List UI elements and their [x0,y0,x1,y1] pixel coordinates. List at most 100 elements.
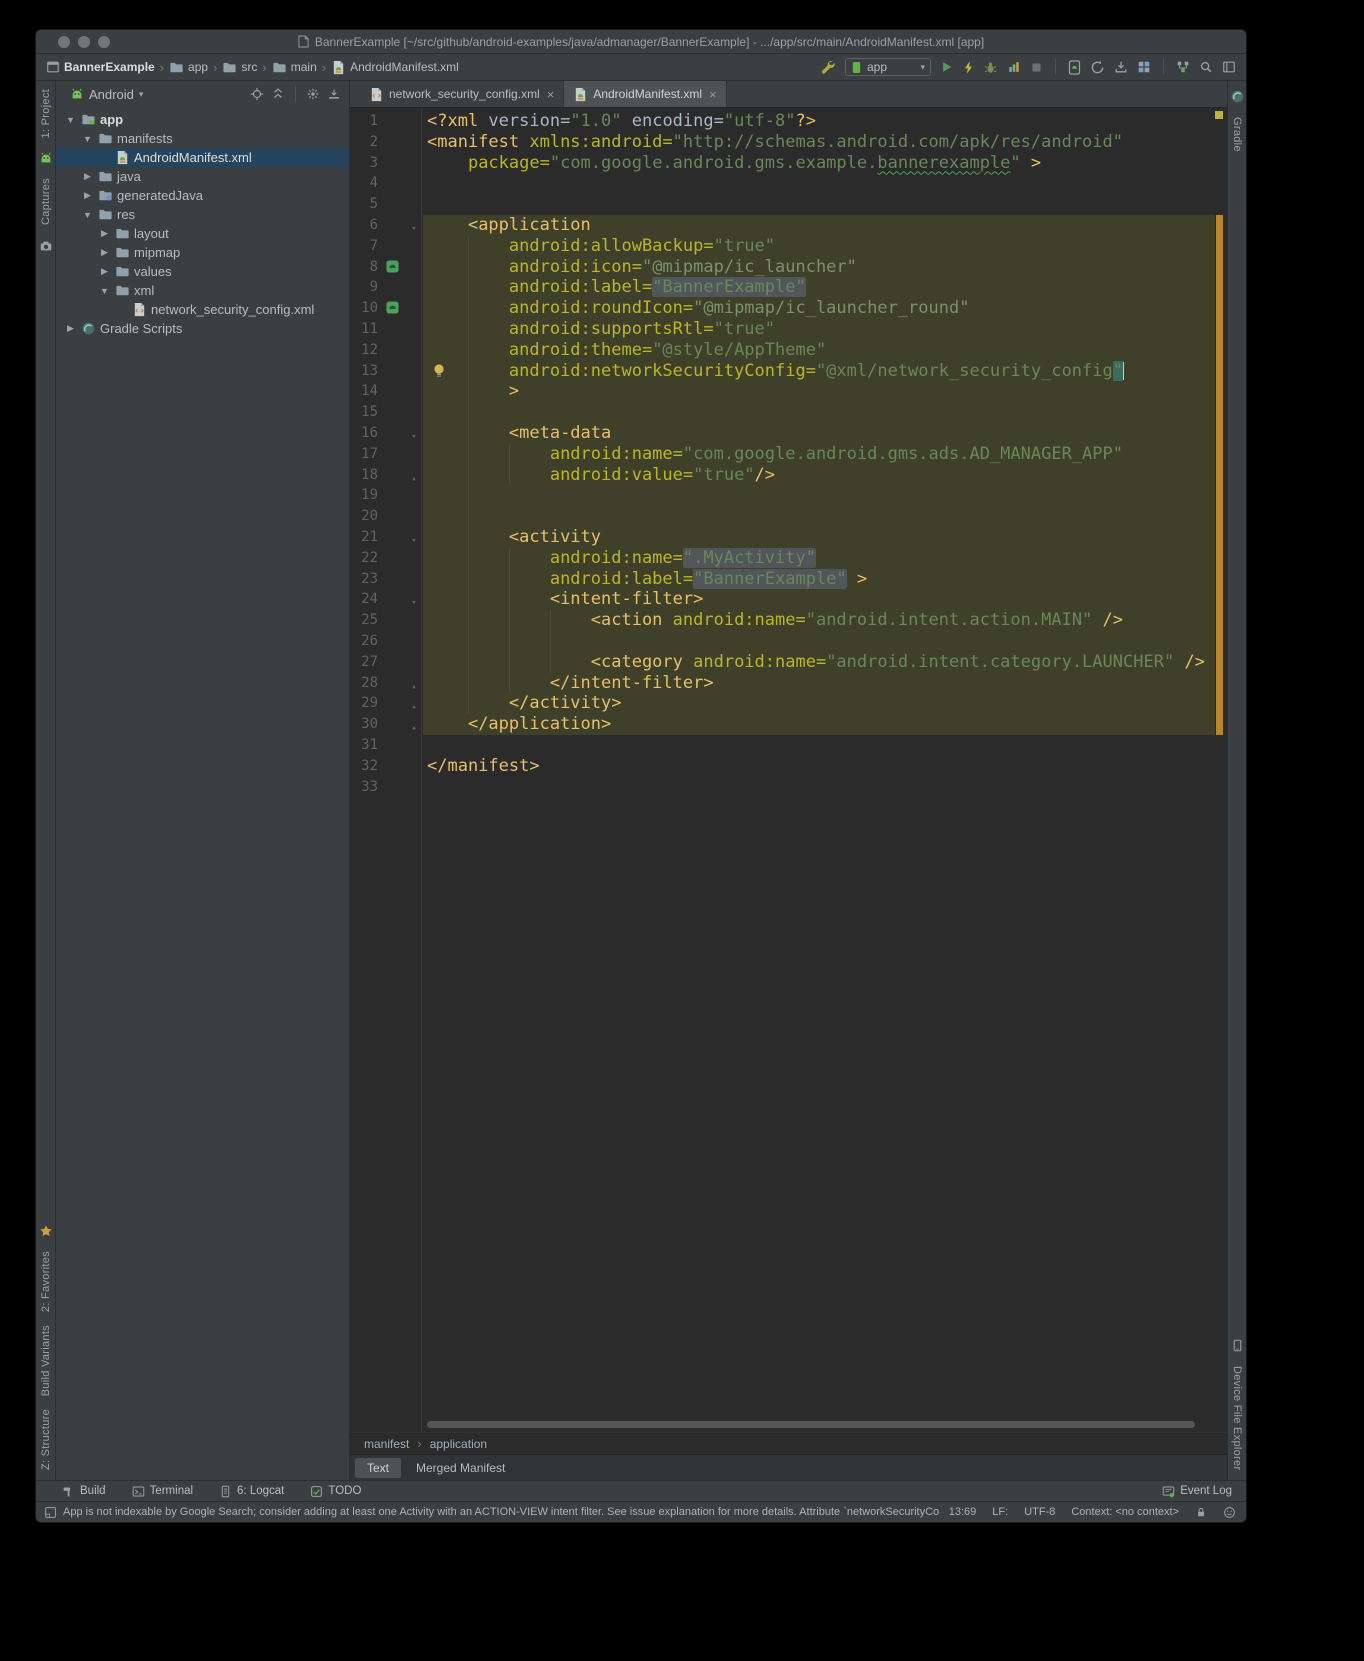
project-structure-icon[interactable] [1176,60,1190,74]
fold-close-icon[interactable]: ▴ [407,469,421,490]
tree-item-network-security-config-xml[interactable]: network_security_config.xml [56,300,349,319]
fold-close-icon[interactable]: ▴ [407,718,421,739]
close-window-button[interactable] [58,36,70,48]
tree-item-app[interactable]: ▼app [56,110,349,129]
breadcrumb-item-app[interactable]: app [169,60,208,75]
editor-tab-androidmanifest-xml[interactable]: AndroidManifest.xml× [564,81,726,107]
caret-position[interactable]: 13:69 [949,1506,977,1518]
editor-breadcrumb-application[interactable]: application [430,1437,487,1451]
fold-open-icon[interactable]: ▾ [407,531,421,552]
breadcrumb-item-bannerexample[interactable]: BannerExample [46,60,155,74]
tool-button-device-file-explorer[interactable]: Device File Explorer [1231,1366,1243,1470]
tool-button-6-logcat[interactable]: 6: Logcat [219,1485,284,1498]
tool-button-z-structure[interactable]: Z: Structure [40,1409,52,1470]
android-icon[interactable] [39,151,53,165]
collapsed-arrow-icon[interactable]: ▶ [64,323,77,334]
gear-icon[interactable] [306,87,320,101]
editor-breadcrumb-manifest[interactable]: manifest [364,1437,409,1451]
breadcrumb-item-androidmanifest-xml[interactable]: AndroidManifest.xml [331,60,459,75]
tree-item-mipmap[interactable]: ▶mipmap [56,243,349,262]
scrollbar-thumb[interactable] [427,1421,1195,1428]
breadcrumb-item-main[interactable]: main [272,60,317,75]
collapsed-arrow-icon[interactable]: ▶ [98,228,111,239]
tree-item-androidmanifest-xml[interactable]: AndroidManifest.xml [56,148,349,167]
collapse-all-icon[interactable] [271,87,285,101]
project-toolwindow: Android ▾ ▼app▼manifestsAndroidManifest.… [56,81,350,1480]
close-tab-icon[interactable]: × [547,87,555,102]
tree-item-values[interactable]: ▶values [56,262,349,281]
debug-icon[interactable] [983,60,998,75]
tree-item-generatedjava[interactable]: ▶generatedJava [56,186,349,205]
titlebar[interactable]: BannerExample [~/src/github/android-exam… [36,30,1246,54]
collapsed-arrow-icon[interactable]: ▶ [98,247,111,258]
camera-icon[interactable] [39,239,53,253]
sdk-manager-icon[interactable] [1114,60,1128,74]
tree-item-res[interactable]: ▼res [56,205,349,224]
collapsed-arrow-icon[interactable]: ▶ [81,190,94,201]
toolwindow-corner-icon[interactable] [44,1506,57,1519]
collapsed-arrow-icon[interactable]: ▶ [98,266,111,277]
phone-icon[interactable] [1231,1338,1244,1353]
zoom-window-button[interactable] [98,36,110,48]
gradle-icon[interactable] [1230,89,1245,104]
editor-tab-network-security-config-xml[interactable]: network_security_config.xml× [360,81,564,107]
tool-button-build[interactable]: Build [62,1485,106,1498]
expanded-arrow-icon[interactable]: ▼ [98,286,111,296]
tool-button-todo[interactable]: TODO [310,1485,361,1498]
run-configuration-selector[interactable]: app ▾ [845,58,931,76]
tool-button-2-favorites[interactable]: 2: Favorites [40,1251,52,1312]
fold-open-icon[interactable]: ▾ [407,427,421,448]
view-tab-merged-manifest[interactable]: Merged Manifest [404,1458,517,1478]
code-lines[interactable]: <?xml version="1.0" encoding="utf-8"?><m… [427,111,1211,797]
window-layout-icon[interactable] [1222,60,1236,74]
launcher-preview-icon[interactable] [386,260,399,273]
profiler-icon[interactable] [1007,60,1021,74]
tree-item-gradle-scripts[interactable]: ▶Gradle Scripts [56,319,349,338]
expanded-arrow-icon[interactable]: ▼ [81,134,94,144]
bulb-icon[interactable] [432,363,446,379]
fold-open-icon[interactable]: ▾ [407,219,421,240]
expanded-arrow-icon[interactable]: ▼ [64,115,77,125]
project-view-selector[interactable]: Android [89,87,134,102]
close-tab-icon[interactable]: × [709,87,717,102]
tree-item-xml[interactable]: ▼xml [56,281,349,300]
tool-button-build-variants[interactable]: Build Variants [40,1325,52,1396]
fold-close-icon[interactable]: ▴ [407,697,421,718]
view-tab-text[interactable]: Text [355,1458,401,1478]
minimize-window-button[interactable] [78,36,90,48]
highlight-range-marker[interactable] [1216,215,1223,735]
tree-item-layout[interactable]: ▶layout [56,224,349,243]
fold-close-icon[interactable]: ▴ [407,677,421,698]
horizontal-scrollbar[interactable] [427,1421,1195,1428]
tree-item-manifests[interactable]: ▼manifests [56,129,349,148]
apply-changes-icon[interactable] [963,60,974,75]
file-encoding[interactable]: UTF-8 [1024,1506,1055,1518]
lock-icon[interactable] [1195,1506,1207,1519]
collapsed-arrow-icon[interactable]: ▶ [81,171,94,182]
tool-button-event-log[interactable]: Event Log [1162,1485,1232,1498]
hide-icon[interactable] [327,87,341,101]
line-separator[interactable]: LF: [992,1506,1008,1518]
stop-icon[interactable] [1030,61,1043,74]
tool-button-gradle[interactable]: Gradle [1231,117,1243,152]
tool-button-terminal[interactable]: Terminal [132,1485,193,1498]
gradle-sync-icon[interactable] [1090,60,1105,75]
avd-manager-icon[interactable] [1068,60,1081,75]
layout-inspector-icon[interactable] [1137,60,1151,74]
tree-item-java[interactable]: ▶java [56,167,349,186]
folder-icon [272,60,287,75]
locate-icon[interactable] [250,87,264,101]
search-everywhere-icon[interactable] [1199,60,1213,74]
run-icon[interactable] [940,60,954,74]
chevron-down-icon[interactable]: ▾ [139,89,144,100]
tool-button-1-project[interactable]: 1: Project [40,89,52,138]
breadcrumb-item-src[interactable]: src [222,60,257,75]
warning-stripe-marker[interactable] [1215,111,1223,119]
launcher-preview-icon[interactable] [386,301,399,314]
star-icon[interactable] [39,1224,53,1238]
editor-body[interactable]: 1234567891011121314151617181920212223242… [350,108,1227,1432]
fold-open-icon[interactable]: ▾ [407,593,421,614]
tool-button-captures[interactable]: Captures [40,178,52,225]
build-wrench-icon[interactable] [820,59,836,75]
expanded-arrow-icon[interactable]: ▼ [81,210,94,220]
